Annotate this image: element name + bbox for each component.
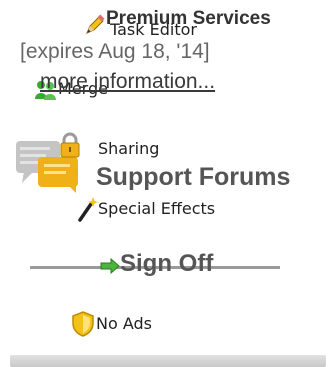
shield-icon: [72, 311, 94, 337]
arrow-right-icon: [100, 258, 120, 274]
sharing-item[interactable]: Sharing: [98, 139, 159, 158]
more-information-link[interactable]: more information...: [40, 70, 215, 94]
sign-off-link[interactable]: Sign Off: [120, 250, 213, 278]
pencil-icon: [86, 14, 105, 34]
lock-icon: [60, 132, 80, 158]
bottom-bar: [10, 355, 326, 367]
task-editor-item[interactable]: Task Editor: [110, 20, 197, 39]
special-effects-item[interactable]: Special Effects: [98, 199, 215, 218]
no-ads-item[interactable]: No Ads: [96, 314, 152, 333]
expiration-text: [expires Aug 18, '14]: [20, 40, 210, 63]
support-forums-link[interactable]: Support Forums: [96, 163, 290, 192]
magic-wand-icon: [78, 197, 98, 222]
